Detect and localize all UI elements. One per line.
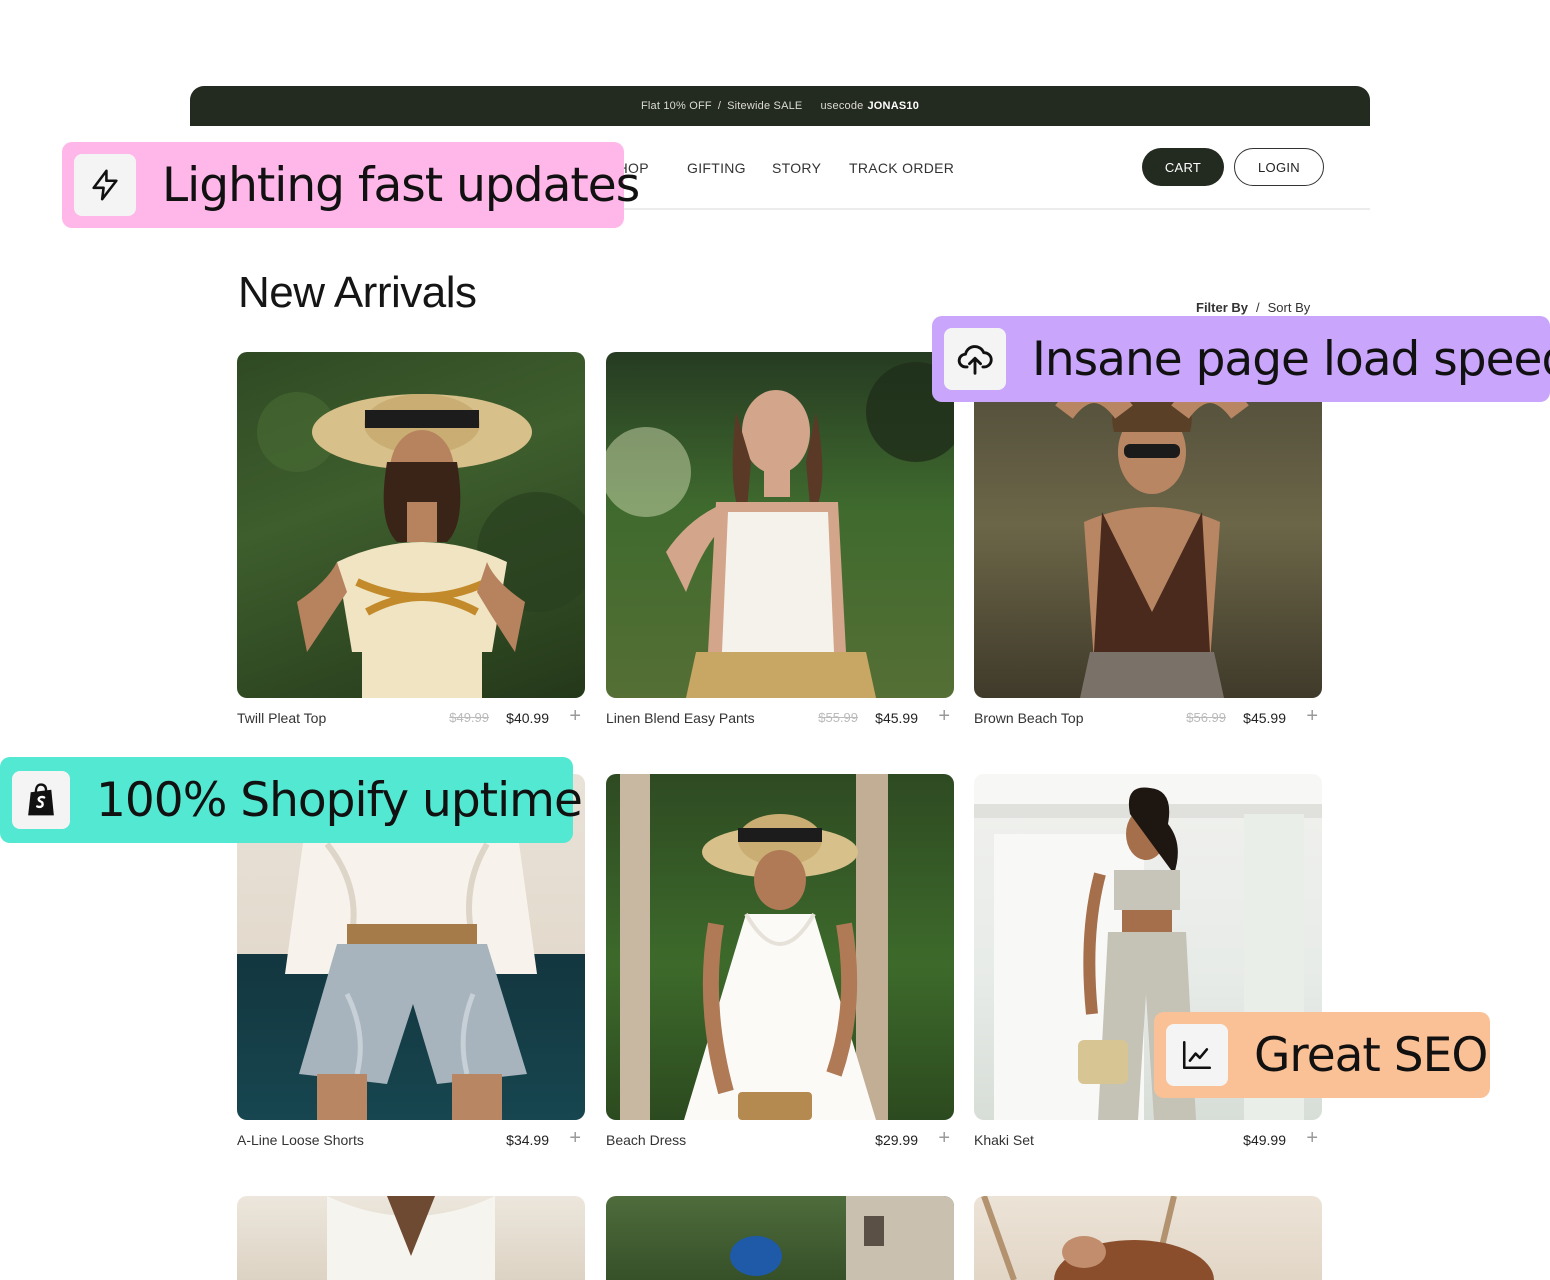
shopify-bag-icon: [12, 771, 70, 829]
product-image[interactable]: [606, 352, 954, 698]
product-price: $34.99: [506, 1132, 549, 1148]
feature-badge-text: Insane page load speed: [1032, 331, 1550, 387]
model-photo: [981, 1196, 1214, 1280]
lightning-icon: [74, 154, 136, 216]
product-image[interactable]: [237, 1196, 585, 1280]
page-title: New Arrivals: [238, 268, 477, 317]
feature-badge-text: 100% Shopify uptime: [96, 772, 583, 828]
add-to-cart-icon[interactable]: +: [569, 1128, 581, 1148]
product-image[interactable]: [606, 774, 954, 1120]
filter-sort-bar: Filter By / Sort By: [1196, 300, 1310, 315]
add-to-cart-icon[interactable]: +: [1306, 1128, 1318, 1148]
product-price: $49.99: [1243, 1132, 1286, 1148]
product-card[interactable]: [237, 1196, 585, 1280]
add-to-cart-icon[interactable]: +: [938, 706, 950, 726]
product-image[interactable]: [606, 1196, 954, 1280]
feature-badge-fast-updates: Lighting fast updates: [62, 142, 640, 228]
login-button[interactable]: LOGIN: [1234, 148, 1324, 186]
product-image[interactable]: [974, 1196, 1322, 1280]
filter-by-link[interactable]: Filter By: [1196, 300, 1248, 315]
feature-badge-text: Great SEO: [1254, 1027, 1488, 1083]
product-card[interactable]: Linen Blend Easy Pants $55.99 $45.99 +: [606, 352, 954, 732]
product-name[interactable]: Twill Pleat Top: [237, 710, 326, 726]
sort-by-link[interactable]: Sort By: [1268, 300, 1311, 315]
product-name[interactable]: A-Line Loose Shorts: [237, 1132, 364, 1148]
product-old-price: $56.99: [1186, 710, 1226, 725]
product-card[interactable]: Twill Pleat Top $49.99 $40.99 +: [237, 352, 585, 732]
announcement-separator: /: [717, 100, 722, 112]
model-photo: [257, 392, 585, 698]
feature-badge-load-speed: Insane page load speed: [932, 316, 1550, 402]
model-photo: [1055, 381, 1249, 698]
product-card[interactable]: Beach Dress $29.99 +: [606, 774, 954, 1154]
model-photo: [327, 1196, 495, 1280]
announcement-code-prefix: usecode: [820, 100, 864, 112]
product-old-price: $55.99: [818, 710, 858, 725]
add-to-cart-icon[interactable]: +: [569, 706, 581, 726]
product-card[interactable]: [974, 1196, 1322, 1280]
announcement-bar: Flat 10% OFF / Sitewide SALE usecode JON…: [190, 86, 1370, 126]
product-name[interactable]: Brown Beach Top: [974, 710, 1083, 726]
product-price: $29.99: [875, 1132, 918, 1148]
product-price: $40.99: [506, 710, 549, 726]
add-to-cart-icon[interactable]: +: [1306, 706, 1318, 726]
filter-sort-divider: /: [1256, 300, 1260, 315]
feature-badge-seo: Great SEO: [1154, 1012, 1490, 1098]
product-name[interactable]: Beach Dress: [606, 1132, 686, 1148]
product-card[interactable]: [606, 1196, 954, 1280]
model-photo: [606, 362, 954, 698]
feature-badge-uptime: 100% Shopify uptime: [0, 757, 583, 843]
announcement-offer: Flat 10% OFF: [640, 100, 712, 112]
cart-button[interactable]: CART: [1142, 148, 1224, 186]
product-name[interactable]: Linen Blend Easy Pants: [606, 710, 755, 726]
cloud-upload-icon: [944, 328, 1006, 390]
product-name[interactable]: Khaki Set: [974, 1132, 1034, 1148]
product-old-price: $49.99: [449, 710, 489, 725]
product-price: $45.99: [1243, 710, 1286, 726]
model-photo: [620, 774, 888, 1120]
add-to-cart-icon[interactable]: +: [938, 1128, 950, 1148]
product-image[interactable]: [974, 352, 1322, 698]
nav-link-story[interactable]: STORY: [772, 160, 821, 176]
announcement-code: JONAS10: [867, 100, 920, 112]
product-image[interactable]: [237, 352, 585, 698]
nav-link-gifting[interactable]: GIFTING: [687, 160, 746, 176]
product-price: $45.99: [875, 710, 918, 726]
feature-badge-text: Lighting fast updates: [162, 157, 640, 213]
nav-link-track-order[interactable]: TRACK ORDER: [849, 160, 954, 176]
model-photo: [730, 1196, 954, 1280]
line-chart-icon: [1166, 1024, 1228, 1086]
product-card[interactable]: Brown Beach Top $56.99 $45.99 +: [974, 352, 1322, 732]
announcement-sale: Sitewide SALE: [727, 100, 803, 112]
